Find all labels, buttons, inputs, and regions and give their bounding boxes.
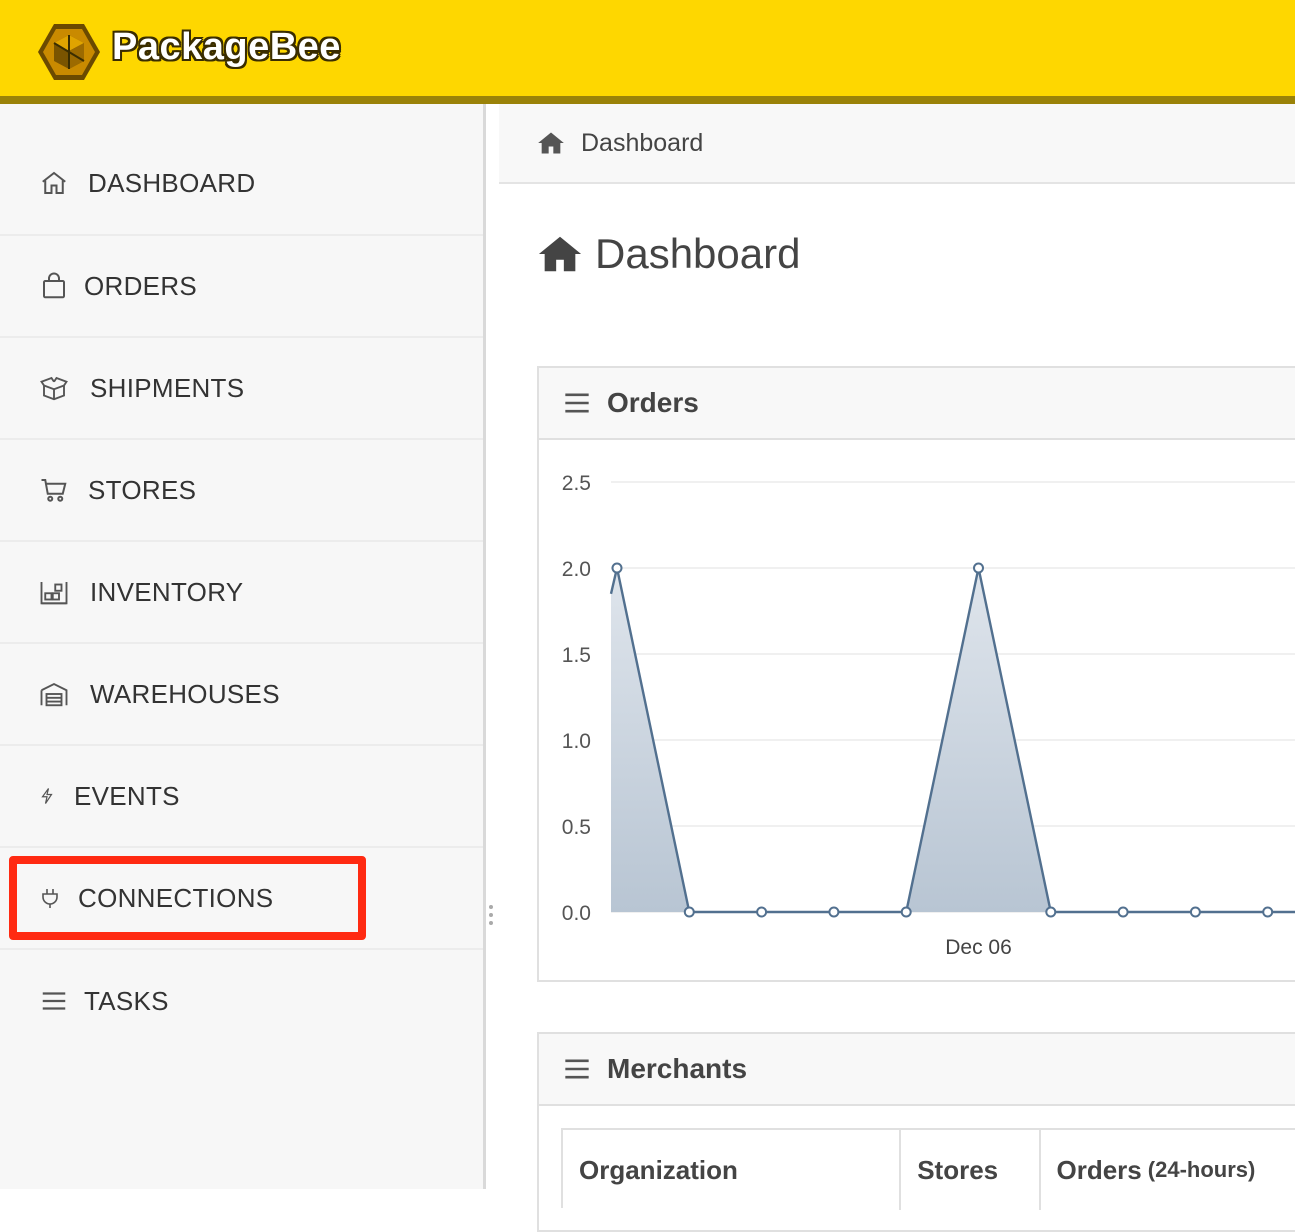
x-tick-label: Dec 06 [945, 936, 1012, 959]
sidebar-item-label: TASKS [84, 986, 169, 1017]
sidebar-item-label: DASHBOARD [88, 168, 255, 199]
sidebar-item-label: EVENTS [74, 781, 180, 812]
column-header-orders[interactable]: Orders (24-hours) [1041, 1130, 1295, 1210]
data-point [1119, 908, 1128, 917]
merchants-table: Organization Stores Orders (24-hours) [561, 1128, 1295, 1208]
y-tick-label: 0.5 [562, 816, 591, 839]
home-icon [537, 129, 565, 157]
sidebar-item-label: STORES [88, 475, 196, 506]
sidebar-item-dashboard[interactable]: DASHBOARD [0, 104, 483, 236]
home-outline-icon [38, 167, 70, 199]
lightning-icon [38, 780, 56, 812]
data-point [757, 908, 766, 917]
data-point [829, 908, 838, 917]
sidebar-resize-handle[interactable] [489, 905, 495, 929]
orders-chart: 0.0 0.5 1.0 1.5 2.0 2.5 Dec 06 [539, 440, 1295, 980]
column-header-suffix: (24-hours) [1148, 1157, 1256, 1183]
home-icon [537, 231, 583, 277]
merchants-panel-title: Merchants [607, 1053, 747, 1085]
package-open-icon [38, 372, 70, 404]
warehouse-shelves-icon [38, 576, 70, 608]
sidebar-item-connections[interactable]: CONNECTIONS [0, 848, 483, 950]
breadcrumb: Dashboard [499, 104, 1295, 184]
column-header-label: Orders [1057, 1155, 1142, 1186]
column-header-organization[interactable]: Organization [563, 1130, 901, 1210]
data-point [902, 908, 911, 917]
data-point [974, 564, 983, 573]
data-point [613, 564, 622, 573]
sidebar-item-events[interactable]: EVENTS [0, 746, 483, 848]
sidebar-item-label: ORDERS [84, 271, 197, 302]
top-bar: PackageBee [0, 0, 1295, 104]
data-point [1046, 908, 1055, 917]
brand-name[interactable]: PackageBee [112, 26, 341, 69]
orders-chart-svg: 0.0 0.5 1.0 1.5 2.0 2.5 Dec 06 [539, 440, 1295, 980]
column-header-label: Organization [579, 1155, 738, 1186]
packagebee-logo-icon[interactable] [36, 22, 102, 82]
sidebar-item-label: INVENTORY [90, 577, 243, 608]
menu-icon[interactable] [563, 389, 591, 417]
page-title-text: Dashboard [595, 230, 800, 278]
y-tick-label: 2.5 [562, 472, 591, 495]
shopping-bag-icon [38, 270, 70, 302]
sidebar-item-label: WAREHOUSES [90, 679, 280, 710]
sidebar-item-stores[interactable]: STORES [0, 440, 483, 542]
garage-icon [38, 678, 70, 710]
column-header-stores[interactable]: Stores [901, 1130, 1040, 1210]
data-point [1263, 908, 1272, 917]
y-tick-label: 1.5 [562, 644, 591, 667]
sidebar-item-tasks[interactable]: TASKS [0, 950, 483, 1052]
orders-panel-title: Orders [607, 387, 699, 419]
sidebar-item-inventory[interactable]: INVENTORY [0, 542, 483, 644]
data-point [685, 908, 694, 917]
sidebar-item-orders[interactable]: ORDERS [0, 236, 483, 338]
sidebar-item-shipments[interactable]: SHIPMENTS [0, 338, 483, 440]
merchants-panel: Merchants Organization Stores Orders (24… [537, 1032, 1295, 1232]
sidebar: DASHBOARD ORDERS SHIPMENTS STORES INVENT… [0, 104, 486, 1189]
orders-panel: Orders 0.0 0.5 1.0 1.5 2.0 2.5 Dec 06 [537, 366, 1295, 982]
y-tick-label: 0.0 [562, 902, 591, 925]
sidebar-item-warehouses[interactable]: WAREHOUSES [0, 644, 483, 746]
highlight-box [9, 856, 366, 940]
column-header-label: Stores [917, 1155, 998, 1186]
shopping-cart-icon [38, 474, 70, 506]
menu-icon[interactable] [563, 1055, 591, 1083]
merchants-panel-header: Merchants [539, 1034, 1295, 1106]
breadcrumb-item-dashboard[interactable]: Dashboard [581, 129, 703, 158]
main-content: Dashboard Dashboard Orders 0.0 0.5 1.0 1.5 2… [499, 104, 1295, 1189]
orders-panel-header: Orders [539, 368, 1295, 440]
sidebar-item-label: SHIPMENTS [90, 373, 244, 404]
y-tick-label: 2.0 [562, 558, 591, 581]
data-point [1191, 908, 1200, 917]
y-tick-label: 1.0 [562, 730, 591, 753]
page-title: Dashboard [537, 230, 800, 278]
list-icon [38, 985, 70, 1017]
